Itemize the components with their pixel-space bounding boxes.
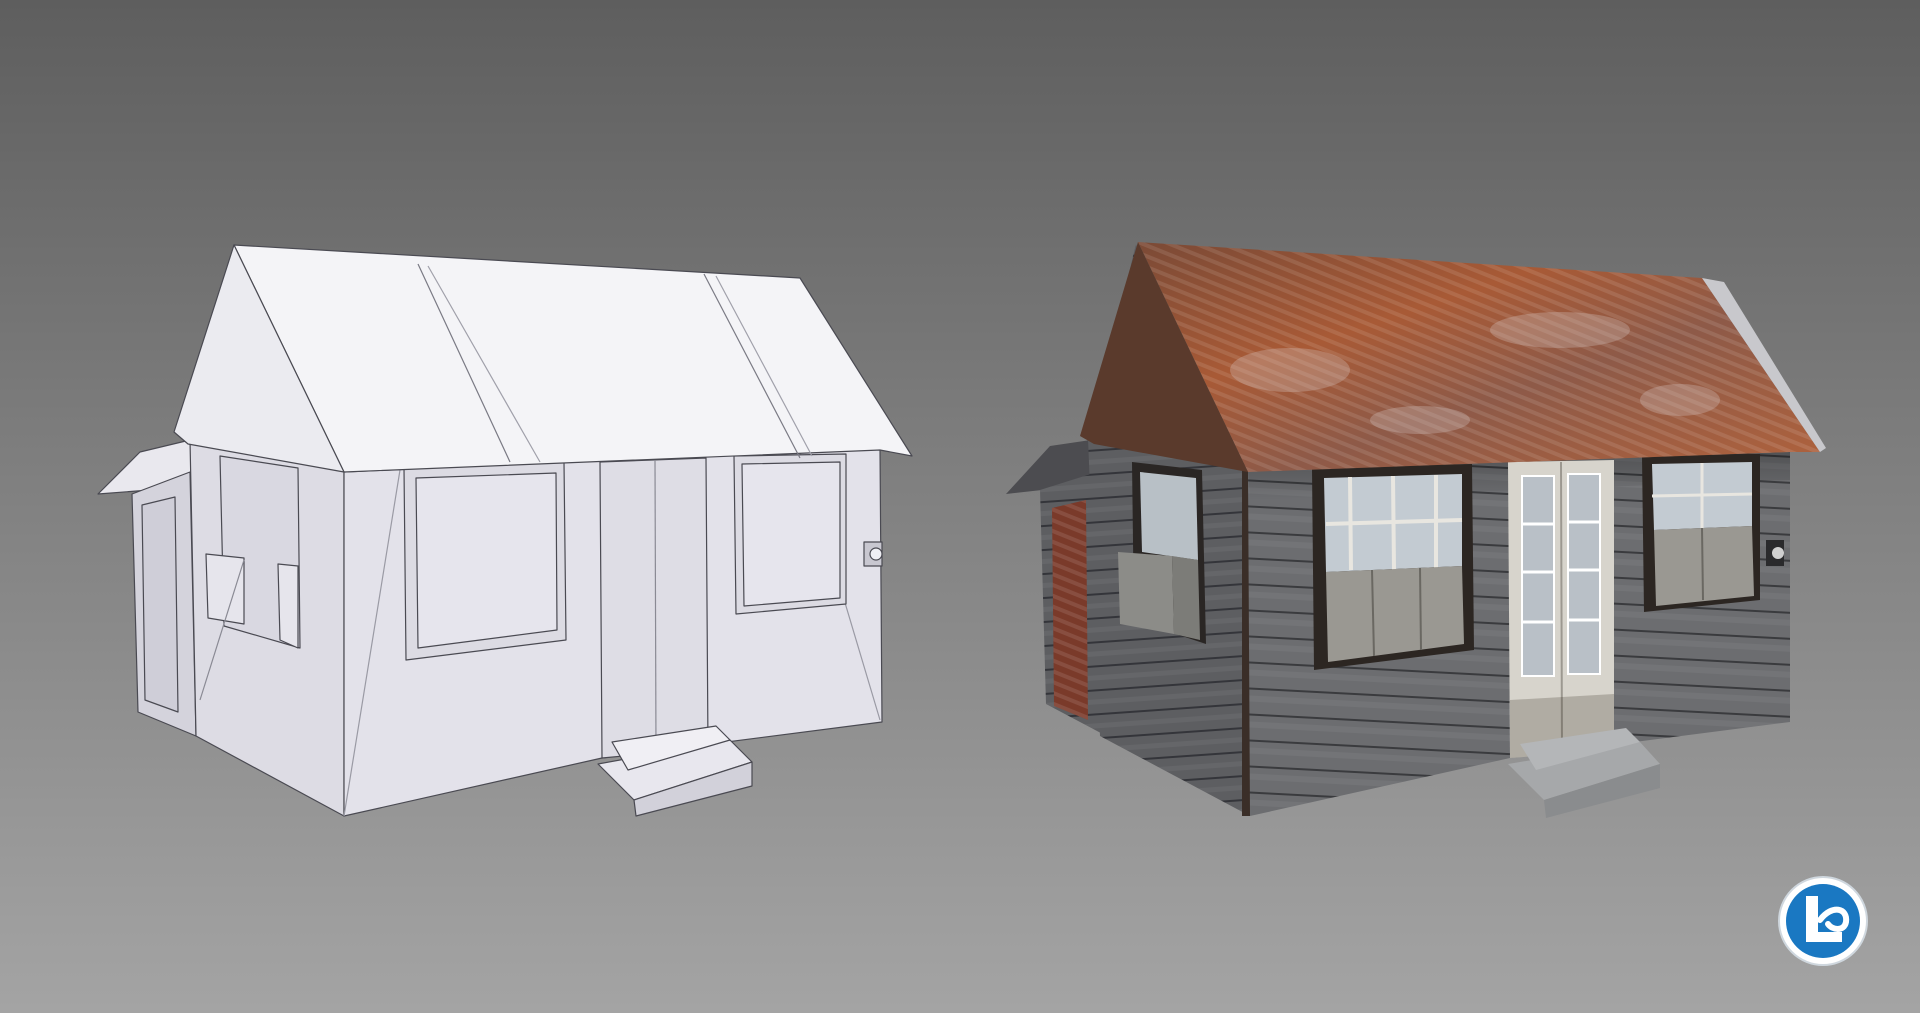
scene-svg: [97, 242, 1826, 818]
side-window-shutter: [205, 553, 245, 625]
side-window-shutter: [1118, 552, 1174, 634]
untextured-house-model: [97, 244, 913, 817]
textured-house-model: [1006, 242, 1826, 818]
annex-door: [141, 496, 179, 713]
roof: [233, 244, 913, 473]
studio-logo-icon: [1778, 876, 1868, 966]
front-window-right-shutters: [1654, 526, 1754, 606]
side-window-shutter-2: [277, 563, 299, 649]
front-door: [599, 457, 709, 759]
render-canvas: [0, 0, 1920, 1013]
